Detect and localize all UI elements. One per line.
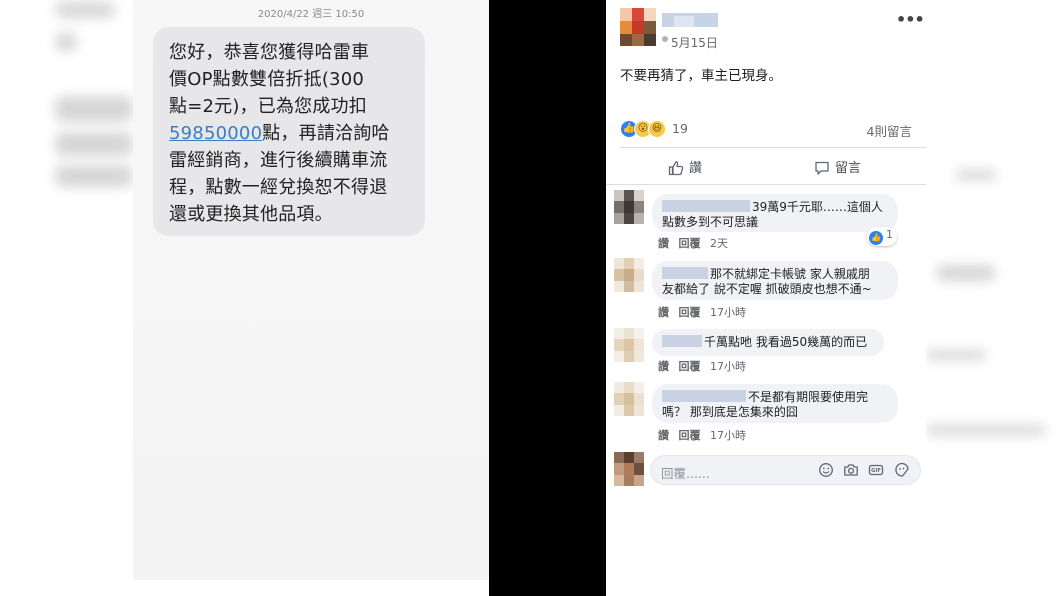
comment-meta: 讚 回覆 2天 bbox=[658, 235, 734, 251]
post-text: 不要再猜了，車主已現身。 bbox=[620, 68, 782, 84]
comment-text: 那不就綁定卡帳號 家人親戚朋 bbox=[710, 267, 870, 281]
blurred-shape bbox=[55, 32, 77, 52]
sms-message-bubble: 您好，恭喜您獲得哈雷車 價OP點數雙倍折抵(300 點=2元)，已為您成功扣 5… bbox=[153, 27, 425, 236]
comment-reply-link[interactable]: 回覆 bbox=[679, 429, 701, 442]
divider-line bbox=[620, 147, 926, 148]
comment-time[interactable]: 17小時 bbox=[710, 429, 746, 442]
sms-line: 程，點數一經兌換恕不得退 bbox=[169, 177, 388, 198]
sms-line: 點=2元)，已為您成功扣 bbox=[169, 96, 367, 117]
comment-time[interactable]: 17小時 bbox=[710, 360, 746, 373]
commenter-name-blurred[interactable] bbox=[662, 267, 708, 279]
commenter-name-blurred[interactable] bbox=[662, 335, 702, 347]
comment-text: 友都給了 說不定喔 抓破頭皮也想不通~ bbox=[662, 282, 872, 296]
divider-line bbox=[606, 184, 926, 185]
like-label: 讚 bbox=[689, 161, 703, 176]
comment-button[interactable]: 留言 bbox=[814, 157, 861, 176]
camera-icon[interactable] bbox=[843, 462, 859, 478]
blurred-background-right bbox=[926, 0, 1060, 596]
comment-text: 不是都有期限要使用完 bbox=[748, 390, 869, 404]
gif-icon[interactable]: GIF bbox=[868, 462, 884, 478]
comment-bubble-icon bbox=[815, 161, 829, 175]
current-user-avatar[interactable] bbox=[614, 452, 644, 486]
blurred-shape bbox=[956, 170, 996, 180]
blurred-shape bbox=[926, 425, 1046, 435]
comment-meta: 讚 回覆 17小時 bbox=[658, 304, 752, 320]
comment-like-link[interactable]: 讚 bbox=[658, 360, 669, 373]
sms-line: 還或更換其他品項。 bbox=[169, 204, 333, 225]
comment-text: 千萬點吔 我看過50幾萬的而已 bbox=[704, 335, 868, 349]
comment-text: 點數多到不可思議 bbox=[662, 215, 759, 229]
post-date[interactable]: 5月15日 bbox=[671, 34, 718, 51]
comment-bubble: 那不就綁定卡帳號 家人親戚朋 友都給了 說不定喔 抓破頭皮也想不通~ bbox=[652, 261, 898, 300]
emoji-icon[interactable] bbox=[818, 462, 834, 478]
blurred-shape bbox=[55, 132, 133, 156]
comment-reply-link[interactable]: 回覆 bbox=[679, 306, 701, 319]
comment-reply-link[interactable]: 回覆 bbox=[679, 360, 701, 373]
thumbs-up-icon bbox=[668, 161, 684, 176]
sms-conversation: 2020/4/22 週三 10:50 您好，恭喜您獲得哈雷車 價OP點數雙倍折抵… bbox=[133, 0, 489, 580]
comment-bubble: 不是都有期限要使用完 嗎？ 那到底是怎集來的囧 bbox=[652, 384, 898, 423]
comment-time[interactable]: 17小時 bbox=[710, 306, 746, 319]
reply-placeholder: 回覆...... bbox=[661, 466, 710, 481]
poster-name-blurred[interactable] bbox=[662, 13, 718, 27]
sms-line: 59850000點，再請洽詢哈 bbox=[169, 120, 409, 147]
comment-time[interactable]: 2天 bbox=[710, 237, 728, 250]
comment-like-link[interactable]: 讚 bbox=[658, 237, 669, 250]
comment-meta: 讚 回覆 17小時 bbox=[658, 358, 752, 374]
comment-bubble: 39萬9千元耶……這個人 點數多到不可思議 bbox=[652, 194, 898, 232]
sms-line: 您好，恭喜您獲得哈雷車 bbox=[169, 42, 370, 63]
blank-area bbox=[606, 490, 926, 596]
sticker-icon[interactable] bbox=[894, 462, 910, 478]
comment-reply-link[interactable]: 回覆 bbox=[679, 237, 701, 250]
like-button[interactable]: 讚 bbox=[668, 157, 702, 176]
blurred-shape bbox=[55, 96, 133, 122]
comment-reaction-count: 1 bbox=[886, 228, 893, 241]
poster-avatar[interactable] bbox=[620, 8, 656, 46]
comment-like-link[interactable]: 讚 bbox=[658, 306, 669, 319]
commenter-avatar[interactable] bbox=[614, 328, 644, 362]
commenter-avatar[interactable] bbox=[614, 190, 644, 224]
reaction-count: 19 bbox=[672, 121, 688, 136]
comment-reaction[interactable]: 👍 1 bbox=[867, 227, 897, 246]
reply-input[interactable]: 回覆...... GIF bbox=[650, 455, 921, 485]
comment-like-link[interactable]: 讚 bbox=[658, 429, 669, 442]
svg-text:GIF: GIF bbox=[871, 468, 881, 474]
comment-bubble: 千萬點吔 我看過50幾萬的而已 bbox=[652, 329, 884, 356]
blurred-shape bbox=[55, 165, 133, 187]
sms-line: 雷經銷商，進行後續購車流 bbox=[169, 150, 388, 171]
comment-text: 39萬9千元耶……這個人 bbox=[752, 200, 883, 214]
haha-icon: 😆 bbox=[648, 120, 666, 138]
facebook-post: 5月15日 ••• 不要再猜了，車主已現身。 👍 😮 😆 19 4則留言 讚 留… bbox=[606, 0, 926, 490]
commenter-name-blurred[interactable] bbox=[662, 200, 750, 212]
like-icon: 👍 bbox=[869, 231, 883, 245]
comment-meta: 讚 回覆 17小時 bbox=[658, 427, 752, 443]
commenter-avatar[interactable] bbox=[614, 258, 644, 292]
sms-line-rest: 點，再請洽詢哈 bbox=[262, 123, 390, 144]
more-options-icon[interactable]: ••• bbox=[896, 10, 925, 29]
comment-text: 嗎？ 那到底是怎集來的囧 bbox=[662, 405, 798, 419]
sms-line: 價OP點數雙倍折抵(300 bbox=[169, 69, 365, 90]
blurred-shape bbox=[926, 350, 986, 360]
commenter-name-blurred[interactable] bbox=[662, 390, 746, 402]
blurred-shape bbox=[55, 2, 115, 18]
comment-count[interactable]: 4則留言 bbox=[867, 121, 912, 140]
comment-label: 留言 bbox=[835, 161, 862, 176]
commenter-avatar[interactable] bbox=[614, 382, 644, 416]
globe-icon bbox=[662, 36, 668, 42]
black-divider bbox=[489, 0, 606, 596]
sms-number-link[interactable]: 59850000 bbox=[169, 123, 262, 144]
sms-timestamp: 2020/4/22 週三 10:50 bbox=[257, 9, 365, 20]
blurred-shape bbox=[936, 265, 996, 281]
